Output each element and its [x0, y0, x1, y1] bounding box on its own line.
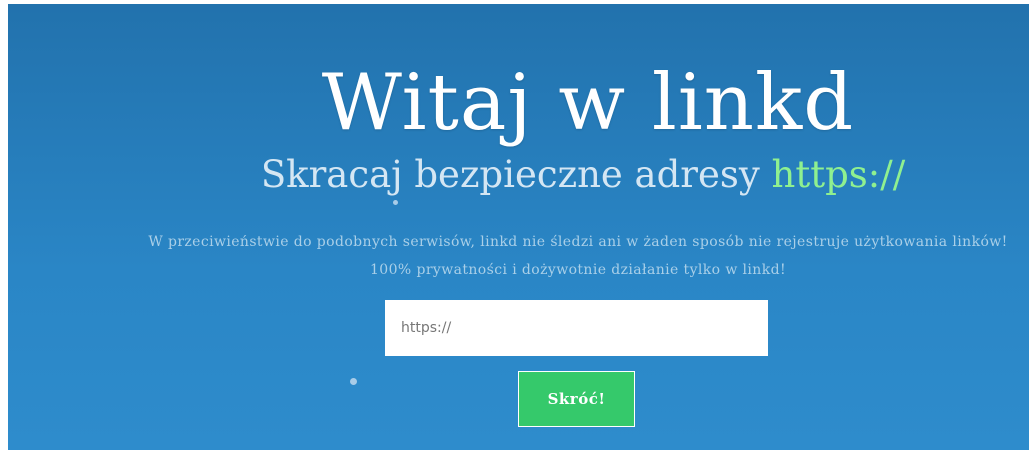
description-text: W przeciwieństwie do podobnych serwisów,… [148, 234, 1008, 278]
decorative-dot [350, 378, 357, 385]
page-subtitle: Skracaj bezpieczne adresy https:// [8, 150, 1029, 200]
subtitle-https-accent: https:// [771, 153, 906, 196]
decorative-dot [393, 200, 398, 205]
shorten-button[interactable]: Skróć! [518, 371, 635, 427]
hero-section: Witaj w linkd Skracaj bezpieczne adresy … [8, 4, 1029, 450]
url-input[interactable] [385, 300, 768, 356]
subtitle-text: Skracaj bezpieczne adresy [260, 153, 772, 196]
page-title: Witaj w linkd [321, 58, 855, 149]
